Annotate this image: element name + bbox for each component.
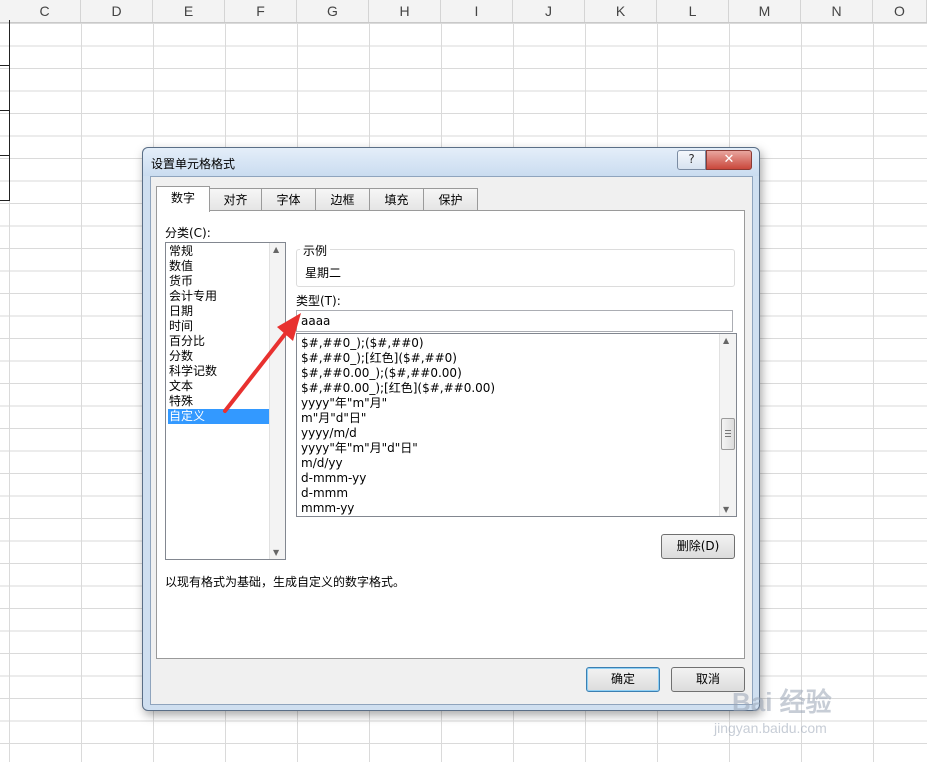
- scroll-down-icon[interactable]: ▼: [723, 505, 729, 514]
- column-header[interactable]: O: [873, 0, 927, 22]
- format-item[interactable]: $#,##0_);[红色]($#,##0): [301, 351, 457, 366]
- column-header[interactable]: N: [801, 0, 873, 22]
- format-item[interactable]: m/d/yy: [301, 456, 343, 471]
- format-scrollbar[interactable]: ▲ ▼: [719, 334, 736, 516]
- format-item[interactable]: yyyy/m/d: [301, 426, 357, 441]
- column-header[interactable]: J: [513, 0, 585, 22]
- tab-font[interactable]: 字体: [261, 188, 316, 211]
- column-header[interactable]: F: [225, 0, 297, 22]
- format-item[interactable]: $#,##0.00_);[红色]($#,##0.00): [301, 381, 495, 396]
- format-item[interactable]: yyyy"年"m"月"d"日": [301, 441, 418, 456]
- tab-fill[interactable]: 填充: [369, 188, 424, 211]
- delete-button[interactable]: 删除(D): [661, 534, 735, 559]
- dialog-titlebar[interactable]: 设置单元格格式 ? ✕: [143, 148, 759, 176]
- format-item[interactable]: mmm-yy: [301, 501, 354, 516]
- column-header[interactable]: H: [369, 0, 441, 22]
- category-item[interactable]: 货币: [168, 274, 269, 289]
- column-header[interactable]: L: [657, 0, 729, 22]
- format-item[interactable]: d-mmm: [301, 486, 348, 501]
- tab-alignment[interactable]: 对齐: [208, 188, 263, 211]
- category-label: 分类(C):: [165, 226, 211, 240]
- scroll-thumb[interactable]: [721, 418, 735, 450]
- description-text: 以现有格式为基础，生成自定义的数字格式。: [165, 575, 406, 589]
- dialog-title: 设置单元格格式: [151, 157, 236, 171]
- category-item[interactable]: 常规: [168, 244, 269, 259]
- type-input[interactable]: [296, 310, 733, 332]
- help-button[interactable]: ?: [677, 150, 706, 170]
- format-item[interactable]: d-mmm-yy: [301, 471, 366, 486]
- tab-protection[interactable]: 保护: [423, 188, 478, 211]
- baidu-watermark: Bai 经验 jingyan.baidu.com: [712, 664, 882, 744]
- format-code-list[interactable]: $#,##0_);($#,##0) $#,##0_);[红色]($#,##0) …: [296, 333, 737, 517]
- category-item[interactable]: 数值: [168, 259, 269, 274]
- format-item[interactable]: $#,##0_);($#,##0): [301, 336, 424, 351]
- bordered-cells: [0, 20, 10, 201]
- dialog-body: 数字 对齐 字体 边框 填充 保护 分类(C): 常规 数值 货币 会计专用 日…: [150, 176, 753, 705]
- column-header[interactable]: G: [297, 0, 369, 22]
- column-header[interactable]: K: [585, 0, 657, 22]
- column-header[interactable]: D: [81, 0, 153, 22]
- scroll-up-icon[interactable]: ▲: [273, 245, 279, 254]
- close-button[interactable]: ✕: [706, 150, 752, 170]
- column-header[interactable]: C: [9, 0, 81, 22]
- red-arrow-annotation-icon: [223, 313, 301, 413]
- number-tab-panel: 分类(C): 常规 数值 货币 会计专用 日期 时间 百分比 分数 科学记数 文…: [156, 210, 745, 659]
- column-header[interactable]: M: [729, 0, 801, 22]
- scroll-down-icon[interactable]: ▼: [273, 548, 279, 557]
- sample-group: [296, 249, 735, 287]
- tab-number[interactable]: 数字: [156, 186, 210, 212]
- sample-legend: 示例: [300, 242, 331, 259]
- scroll-up-icon[interactable]: ▲: [723, 336, 729, 345]
- tab-border[interactable]: 边框: [315, 188, 370, 211]
- sample-value: 星期二: [305, 266, 342, 280]
- category-item[interactable]: 会计专用: [168, 289, 269, 304]
- ok-button[interactable]: 确定: [586, 667, 660, 692]
- watermark-brand: Bai 经验: [732, 687, 832, 717]
- column-header-row: CDEFGHIJKLMNO: [0, 0, 927, 23]
- watermark-url: jingyan.baidu.com: [714, 720, 827, 736]
- column-header[interactable]: I: [441, 0, 513, 22]
- format-item[interactable]: $#,##0.00_);($#,##0.00): [301, 366, 462, 381]
- format-cells-dialog: 设置单元格格式 ? ✕ 数字 对齐 字体 边框 填充 保护 分类(C): 常规 …: [142, 147, 760, 711]
- column-header[interactable]: E: [153, 0, 225, 22]
